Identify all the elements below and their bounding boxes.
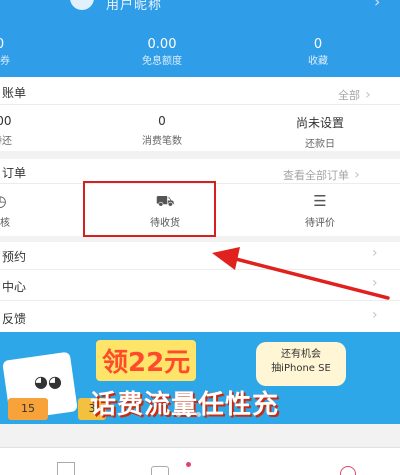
carousel-dots[interactable]	[176, 412, 216, 420]
menu-row-reservation-label: 预约	[2, 250, 27, 264]
banner-headline: 领22元	[96, 340, 197, 381]
header-chevron-icon[interactable]: ›	[374, 0, 380, 11]
bill-repay-day[interactable]: 尚未设置 还款日	[280, 114, 360, 150]
chevron-right-icon: ›	[372, 275, 378, 291]
stat-favorites-label: 收藏	[308, 56, 328, 67]
banner-bubble-line1: 还有机会	[281, 349, 321, 360]
bill-repay-day-label: 还款日	[305, 139, 335, 150]
view-all-orders-label: 查看全部订单	[283, 169, 349, 182]
bill-all-label: 全部	[338, 89, 360, 102]
stat-coupons[interactable]: 0 惠券	[0, 37, 65, 69]
banner-bubble-line2: 抽iPhone SE	[271, 363, 331, 374]
username[interactable]: 用户昵称	[106, 0, 162, 13]
menu-row-reservation[interactable]: 预约 ›	[0, 242, 400, 269]
chevron-right-icon: ›	[365, 87, 371, 103]
carousel-dot[interactable]	[196, 412, 201, 417]
comment-icon: ☰	[313, 192, 327, 210]
orders-title: 订单	[2, 166, 27, 180]
stat-coupons-value: 0	[0, 37, 65, 53]
divider	[0, 104, 400, 105]
bill-repay-day-value: 尚未设置	[295, 116, 344, 130]
menu-row-feedback-label: 反馈	[2, 312, 27, 326]
carousel-dot[interactable]	[176, 412, 181, 417]
face-illustration: ◕◕	[34, 372, 62, 391]
order-pending-review[interactable]: ◷ 审核	[0, 192, 24, 229]
banner-bubble: 还有机会 抽iPhone SE	[256, 342, 346, 386]
order-to-review[interactable]: ☰ 待评价	[290, 192, 350, 229]
highlight-box	[83, 181, 216, 237]
carousel-dot[interactable]	[186, 412, 191, 417]
bill-title: 账单	[2, 86, 27, 100]
order-to-review-label: 待评价	[305, 218, 335, 229]
stat-coupons-label: 惠券	[0, 56, 10, 67]
chevron-right-icon: ›	[354, 167, 360, 183]
view-all-orders-link[interactable]: 查看全部订单 ›	[283, 164, 360, 183]
chevron-right-icon: ›	[372, 307, 378, 323]
bill-all-link[interactable]: 全部 ›	[338, 84, 371, 103]
profile-icon[interactable]	[340, 466, 356, 475]
chevron-right-icon: ›	[372, 245, 378, 261]
bill-due[interactable]: .00 待还	[0, 114, 32, 147]
menu-row-center-label: 中心	[2, 280, 27, 294]
menu-row-feedback[interactable]: 反馈 ›	[0, 301, 400, 332]
bill-due-value: .00	[0, 114, 12, 128]
order-pending-review-label: 审核	[0, 218, 10, 229]
menu-row-center[interactable]: 中心 ›	[0, 270, 400, 300]
stat-interest-free-value: 0.00	[147, 37, 177, 52]
stat-interest-free[interactable]: 0.00 免息额度	[97, 37, 227, 69]
grid-icon[interactable]	[57, 462, 75, 475]
bill-transactions-label: 消费笔数	[142, 136, 182, 147]
promo-banner[interactable]: ◕◕ 15 3 领22元 还有机会 抽iPhone SE 话费流量任性充	[0, 332, 400, 424]
banner-card: 15	[8, 398, 48, 420]
bill-due-label: 待还	[0, 136, 12, 147]
notification-dot	[186, 462, 191, 467]
bill-transactions-value: 0	[158, 114, 166, 128]
cart-icon[interactable]	[151, 466, 169, 475]
bottom-tab-bar	[0, 447, 400, 475]
stat-favorites-value: 0	[313, 37, 323, 52]
stat-interest-free-label: 免息额度	[142, 56, 182, 67]
bill-transactions[interactable]: 0 消费笔数	[132, 114, 192, 147]
stat-favorites[interactable]: 0 收藏	[253, 37, 383, 69]
clock-icon: ◷	[0, 192, 24, 210]
